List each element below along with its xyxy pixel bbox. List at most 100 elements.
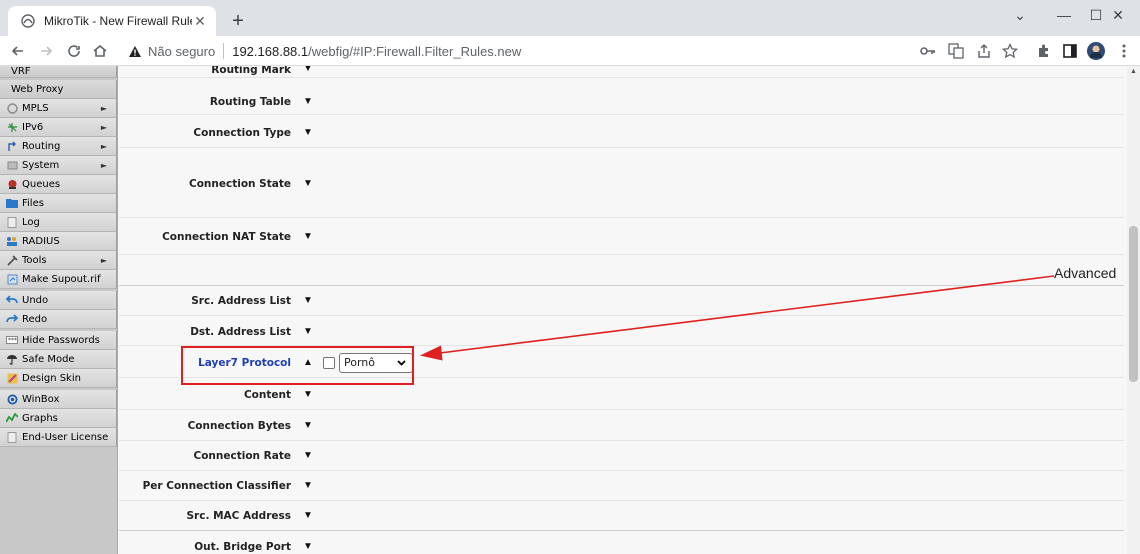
expand-toggle-icon[interactable]: ▼ [303,178,315,189]
sidebar-item-redo[interactable]: Redo [0,310,117,329]
system-icon [6,159,18,171]
tab-close-icon[interactable]: ✕ [192,13,208,29]
sidebar-item-safe-mode[interactable]: Safe Mode [0,350,117,369]
field-routing-table: Routing Table ▼ [119,89,1124,115]
scrollbar-thumb[interactable] [1129,226,1138,382]
field-label: Connection State [189,177,291,190]
sidebar-item-queues[interactable]: Queues [0,175,117,194]
sidebar-item-files[interactable]: Files [0,194,117,213]
sidebar-item-label: Log [22,216,40,228]
field-label: Connection Rate [193,449,292,462]
new-tab-button[interactable]: + [226,9,250,33]
bookmark-star-icon[interactable] [1000,41,1020,61]
expand-toggle-icon[interactable]: ▼ [303,450,315,461]
field-connection-type: Connection Type ▼ [119,118,1124,148]
expand-toggle-icon[interactable]: ▼ [303,96,315,107]
sidebar-item-routing[interactable]: Routing ► [0,137,117,156]
sidebar-item-vrf[interactable]: VRF [0,66,117,78]
sidebar-item-ipv6[interactable]: IPv6 ► [0,118,117,137]
sidebar-item-web-proxy[interactable]: Web Proxy [0,80,117,99]
expand-toggle-icon[interactable]: ▼ [303,295,315,306]
submenu-arrow-icon: ► [100,103,107,113]
page-scrollbar[interactable]: ▲ [1127,66,1140,554]
address-divider [223,43,225,59]
expand-toggle-icon[interactable]: ▼ [303,231,315,242]
sidebar-item-mpls[interactable]: MPLS ► [0,99,117,118]
layer7-protocol-select[interactable]: Pornô [339,352,413,373]
field-label: Src. Address List [191,294,291,307]
webfig-sidebar: VRF Web Proxy MPLS ► IPv6 ► Routing ► Sy… [0,66,118,554]
forward-button[interactable] [34,39,58,63]
redo-icon [6,313,18,325]
expand-toggle-icon[interactable]: ▼ [303,510,315,521]
expand-toggle-icon[interactable]: ▼ [303,66,315,74]
browser-toolbar: Não seguro 192.168.88.1 /webfig/#IP:Fire… [0,36,1140,66]
browser-tab-strip: MikroTik - New Firewall Rule at a ✕ + ⌄ … [0,0,1140,36]
expand-toggle-icon[interactable]: ▼ [303,127,315,138]
address-bar[interactable]: Não seguro 192.168.88.1 /webfig/#IP:Fire… [116,38,906,64]
close-window-button[interactable]: ✕ [1096,0,1140,30]
submenu-arrow-icon: ► [100,255,107,265]
forward-arrow-icon [41,46,53,56]
warning-icon [128,45,142,58]
sidebar-item-radius[interactable]: RADIUS [0,232,117,251]
browser-menu-icon[interactable] [1114,41,1134,61]
field-label: Dst. Address List [190,325,291,338]
side-panel-icon[interactable] [1060,41,1080,61]
sidebar-item-label: Safe Mode [22,353,75,365]
graphs-icon [6,412,18,424]
reload-button[interactable] [62,39,86,63]
design-skin-icon [6,372,18,384]
sidebar-item-hide-passwords[interactable]: *** Hide Passwords [0,331,117,350]
sidebar-item-system[interactable]: System ► [0,156,117,175]
sidebar-item-design-skin[interactable]: Design Skin [0,369,117,388]
field-per-connection-classifier: Per Connection Classifier ▼ [119,471,1124,501]
layer7-negate-checkbox[interactable] [323,356,335,369]
sidebar-item-tools[interactable]: Tools ► [0,251,117,270]
field-label: Per Connection Classifier [142,479,291,492]
sidebar-item-make-supout[interactable]: Make Supout.rif [0,270,117,289]
extensions-icon[interactable] [1034,41,1054,61]
sidebar-item-log[interactable]: Log [0,213,117,232]
sidebar-item-undo[interactable]: Undo [0,291,117,310]
undo-icon [6,294,18,306]
section-separator [119,256,1124,286]
sidebar-item-winbox[interactable]: WinBox [0,390,117,409]
share-icon[interactable] [974,41,994,61]
address-path: /webfig/#IP:Firewall.Filter_Rules.new [308,43,522,59]
field-layer7-protocol: Layer7 Protocol ▲ Pornô [119,348,1124,378]
mikrotik-favicon-icon [20,13,36,29]
profile-avatar[interactable] [1086,41,1106,61]
expand-toggle-icon[interactable]: ▼ [303,541,315,552]
field-label: Routing Mark [211,66,291,76]
field-label: Src. MAC Address [186,509,291,522]
translate-icon[interactable] [946,41,966,61]
tab-search-button[interactable]: ⌄ [998,0,1042,30]
radius-icon [6,235,18,247]
expand-toggle-icon[interactable]: ▼ [303,420,315,431]
browser-tab[interactable]: MikroTik - New Firewall Rule at a ✕ [8,6,216,36]
back-button[interactable] [6,39,30,63]
folder-icon [6,197,18,209]
expand-toggle-icon[interactable]: ▼ [303,326,315,337]
sidebar-item-graphs[interactable]: Graphs [0,409,117,428]
field-connection-state: Connection State ▼ [119,150,1124,218]
password-key-icon[interactable] [918,41,938,61]
collapse-toggle-icon[interactable]: ▲ [303,357,315,368]
sidebar-item-label: System [22,159,60,171]
sidebar-item-label: Hide Passwords [22,334,100,346]
sidebar-item-label: Tools [22,254,47,266]
sidebar-item-label: Design Skin [22,372,81,384]
field-connection-rate: Connection Rate ▼ [119,441,1124,471]
expand-toggle-icon[interactable]: ▼ [303,480,315,491]
sidebar-item-end-user-license[interactable]: End-User License [0,428,117,447]
sidebar-item-label: Undo [22,294,49,306]
sidebar-item-label: Files [22,197,44,209]
field-label: Connection Bytes [187,419,291,432]
submenu-arrow-icon: ► [100,141,107,151]
home-button[interactable] [88,39,112,63]
scroll-up-arrow-icon[interactable]: ▲ [1130,68,1137,75]
reload-icon [68,45,80,57]
expand-toggle-icon[interactable]: ▼ [303,389,315,400]
field-connection-bytes: Connection Bytes ▼ [119,411,1124,441]
